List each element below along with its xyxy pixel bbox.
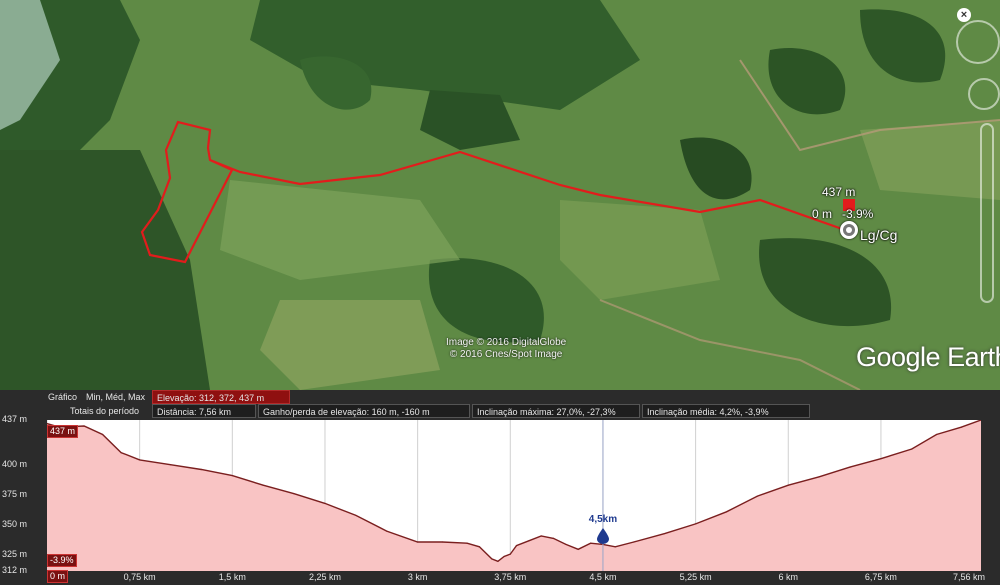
elevation-point — [695, 523, 697, 525]
position-marker-icon[interactable] — [596, 528, 609, 545]
imagery-copyright: Image © 2016 DigitalGlobe © 2016 Cnes/Sp… — [446, 337, 566, 361]
current-slope-tag: -3.9% — [47, 554, 77, 567]
elevation-point — [355, 514, 357, 517]
elevation-point — [466, 542, 468, 544]
cursor-slope-label: -3.9% — [842, 207, 874, 221]
elevation-point — [509, 553, 511, 555]
start-distance-tag: 0 m — [47, 570, 69, 583]
elevation-point — [200, 468, 203, 471]
x-tick-label: 2,25 km — [308, 572, 341, 582]
elevation-point — [441, 541, 443, 543]
elevation-point — [83, 425, 85, 427]
position-marker-label: 4,5km — [588, 514, 618, 526]
y-tick-label: 400 m — [2, 458, 28, 469]
max-slope-stat[interactable]: Inclinação máxima: 27,0%, -27,3% — [472, 404, 640, 418]
elevation-point — [324, 502, 326, 504]
avg-slope-stat[interactable]: Inclinação média: 4,2%, -3,9% — [642, 404, 810, 418]
elevation-point — [935, 433, 938, 436]
elevation-profile-panel: Gráfico Min, Méd, Max Elevação: 312, 372… — [0, 390, 1000, 585]
distance-stat[interactable]: Distância: 7,56 km — [152, 404, 256, 418]
satellite-map[interactable]: 437 m 0 m -3.9% Lg/Cg Image © 2016 Digit… — [0, 0, 1000, 390]
elevation-point — [491, 558, 493, 560]
gain-loss-stat[interactable]: Ganho/perda de elevação: 160 m, -160 m — [258, 404, 470, 418]
google-earth-logo: Google Earth — [856, 342, 1000, 372]
y-tick-label: 312 m — [2, 565, 28, 575]
y-tick-label: 437 m — [2, 414, 28, 424]
elevation-point — [787, 484, 789, 486]
placemark-icon[interactable] — [840, 221, 858, 239]
elevation-point — [478, 546, 481, 548]
y-tick-label: 325 m — [2, 549, 28, 560]
elevation-point — [960, 426, 962, 428]
elevation-point — [849, 466, 851, 468]
elevation-point — [818, 476, 820, 478]
elevation-point — [725, 511, 728, 513]
elevation-point — [589, 542, 592, 544]
navigation-controls[interactable]: × — [952, 8, 1000, 318]
elevation-point — [528, 540, 530, 542]
elevation-point — [880, 458, 882, 460]
x-tick-label: 3,75 km — [494, 572, 527, 582]
totals-label: Totais do período — [70, 406, 140, 416]
zoom-slider[interactable] — [980, 123, 994, 303]
elevation-point — [503, 555, 505, 558]
elevation-point — [120, 452, 122, 454]
elevation-point — [386, 530, 388, 532]
placemark-label[interactable]: Lg/Cg — [860, 227, 897, 243]
x-tick-label: 5,25 km — [679, 572, 712, 582]
x-tick-label: 7,56 km — [952, 572, 986, 582]
elevation-point — [614, 546, 616, 548]
elevation-point — [540, 535, 542, 537]
elevation-point — [577, 548, 579, 550]
elevation-point — [417, 541, 419, 543]
elevation-point — [664, 532, 666, 535]
elevation-point — [552, 537, 555, 539]
y-tick-label: 375 m — [2, 488, 28, 499]
elevation-point — [293, 493, 295, 495]
elevation-point — [756, 495, 758, 497]
x-tick-label: 4,5 km — [589, 572, 617, 582]
close-icon[interactable]: × — [957, 8, 971, 22]
chart-label: Gráfico — [48, 392, 78, 402]
x-tick-label: 6,75 km — [864, 572, 897, 582]
cursor-elevation-label: 437 m — [822, 185, 856, 199]
elevation-point — [497, 560, 499, 562]
elevation-point — [633, 541, 635, 543]
elevation-chart[interactable] — [47, 420, 981, 571]
elevation-point — [139, 459, 141, 461]
elevation-point — [515, 545, 518, 547]
elevation-point — [565, 543, 567, 546]
look-joystick-icon[interactable] — [956, 20, 1000, 64]
copyright-line: Image © 2016 DigitalGlobe — [446, 337, 567, 348]
minmax-label: Min, Méd, Max — [86, 392, 146, 402]
y-tick-label: 350 m — [2, 519, 28, 530]
copyright-line: © 2016 Cnes/Spot Image — [449, 349, 563, 360]
elevation-stat[interactable]: Elevação: 312, 372, 437 m — [152, 390, 290, 404]
x-tick-label: 1,5 km — [218, 572, 246, 582]
x-tick-label: 0,75 km — [123, 572, 156, 582]
x-tick-label: 3 km — [407, 572, 428, 582]
move-joystick-icon[interactable] — [968, 78, 1000, 110]
x-tick-label: 6 km — [778, 572, 799, 582]
elevation-point — [262, 484, 264, 486]
elevation-point — [911, 448, 913, 450]
elevation-point — [101, 433, 104, 436]
elevation-point — [231, 474, 233, 477]
cursor-distance-label: 0 m — [812, 207, 833, 221]
elevation-chart-svg[interactable] — [47, 420, 981, 571]
current-elevation-tag: 437 m — [47, 425, 79, 438]
elevation-point — [169, 464, 172, 466]
